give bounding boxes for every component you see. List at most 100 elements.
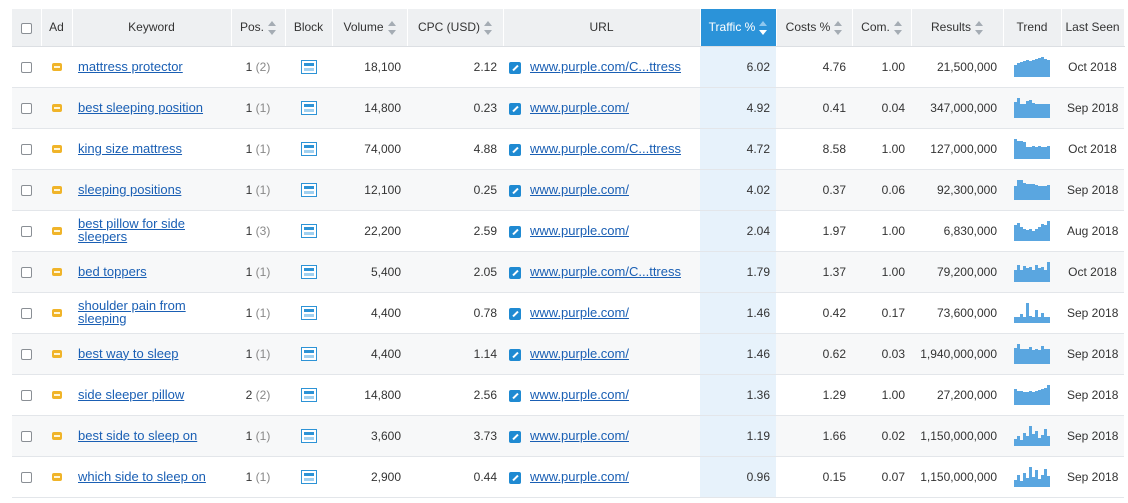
column-header-com[interactable]: Com. [852,9,912,47]
column-header-keyword[interactable]: Keyword [72,9,232,47]
row-checkbox[interactable] [21,348,32,360]
keyword-link[interactable]: mattress protector [78,60,224,73]
url-link[interactable]: www.purple.com/ [530,223,629,238]
keyword-link[interactable]: shoulder pain from sleeping [78,299,224,325]
external-link-icon[interactable] [509,102,521,115]
external-link-icon[interactable] [509,348,521,361]
keyword-cell: best side to sleep on [72,415,231,457]
competition-cell: 0.17 [852,292,911,334]
url-link[interactable]: www.purple.com/ [530,182,629,197]
last-seen-cell: Aug 2018 [1061,210,1124,252]
keyword-link[interactable]: which side to sleep on [78,470,224,483]
keyword-link[interactable]: bed toppers [78,265,224,278]
cpc-cell: 3.73 [407,415,503,457]
previous-position-value: (1) [255,264,271,279]
url-link[interactable]: www.purple.com/ [530,387,629,402]
row-checkbox[interactable] [21,225,32,237]
column-header-traffic[interactable]: Traffic % [700,9,777,47]
keyword-link[interactable]: best pillow for side sleepers [78,217,224,243]
serp-block-icon[interactable] [300,428,317,443]
row-checkbox[interactable] [21,430,32,442]
column-header-volume[interactable]: Volume [332,9,408,47]
position-value: 1 [245,469,253,484]
competition-cell: 1.00 [852,46,911,88]
column-header-pos[interactable]: Pos. [231,9,286,47]
external-link-icon[interactable] [509,266,521,279]
url-cell: www.purple.com/ [503,374,700,416]
keyword-link[interactable]: best sleeping position [78,101,224,114]
serp-block-icon[interactable] [300,346,317,361]
serp-block-icon[interactable] [300,100,317,115]
competition-value: 1.00 [881,223,905,238]
external-link-icon[interactable] [509,61,521,74]
results-value: 79,200,000 [936,264,997,279]
select-all-checkbox[interactable] [20,22,32,34]
select-all-header [12,9,42,47]
external-link-icon[interactable] [509,225,521,238]
column-header-ad[interactable]: Ad [41,9,73,47]
keyword-link[interactable]: sleeping positions [78,183,224,196]
keyword-link[interactable]: best way to sleep [78,347,224,360]
external-link-icon[interactable] [509,143,521,156]
volume-value: 2,900 [370,469,401,484]
url-link[interactable]: www.purple.com/C...ttress [530,264,681,279]
row-checkbox[interactable] [21,389,32,401]
column-header-block[interactable]: Block [285,9,333,47]
table-row: mattress protector 1 (2) 18,100 2.12 www… [12,46,1124,88]
keyword-cell: side sleeper pillow [72,374,231,416]
url-link[interactable]: www.purple.com/ [530,428,629,443]
external-link-icon[interactable] [509,471,521,484]
row-select-cell [12,456,41,498]
row-checkbox[interactable] [21,184,32,196]
costs-value: 1.29 [822,387,846,402]
row-checkbox[interactable] [21,471,32,483]
serp-block-icon[interactable] [300,469,317,484]
serp-block-icon[interactable] [300,305,317,320]
url-link[interactable]: www.purple.com/ [530,100,629,115]
costs-cell: 0.41 [776,87,852,129]
external-link-icon[interactable] [509,184,521,197]
url-link[interactable]: www.purple.com/ [530,346,629,361]
column-header-cpc[interactable]: CPC (USD) [407,9,504,47]
serp-block-icon[interactable] [300,223,317,238]
competition-value: 1.00 [881,387,905,402]
keyword-link[interactable]: best side to sleep on [78,429,224,442]
column-header-results[interactable]: Results [911,9,1004,47]
keyword-link[interactable]: king size mattress [78,142,224,155]
row-checkbox[interactable] [21,266,32,278]
volume-cell: 18,100 [332,46,407,88]
block-cell [285,251,332,293]
column-header-last-seen[interactable]: Last Seen [1061,9,1125,47]
competition-cell: 1.00 [852,374,911,416]
trend-sparkline [1014,138,1050,159]
serp-block-icon[interactable] [300,182,317,197]
url-link[interactable]: www.purple.com/C...ttress [530,59,681,74]
row-checkbox[interactable] [21,61,32,73]
row-checkbox[interactable] [21,307,32,319]
costs-value: 4.76 [822,59,846,74]
keyword-link[interactable]: side sleeper pillow [78,388,224,401]
external-link-icon[interactable] [509,307,521,320]
url-link[interactable]: www.purple.com/C...ttress [530,141,681,156]
column-header-costs[interactable]: Costs % [776,9,853,47]
costs-value: 0.15 [822,469,846,484]
serp-block-icon[interactable] [300,264,317,279]
trend-cell [1003,374,1061,416]
url-link[interactable]: www.purple.com/ [530,305,629,320]
trend-cell [1003,128,1061,170]
column-header-url[interactable]: URL [503,9,701,47]
serp-block-icon[interactable] [300,59,317,74]
serp-block-icon[interactable] [300,141,317,156]
row-checkbox[interactable] [21,102,32,114]
results-value: 1,940,000,000 [920,346,997,361]
cpc-value: 0.78 [473,305,497,320]
external-link-icon[interactable] [509,430,521,443]
block-cell [285,210,332,252]
external-link-icon[interactable] [509,389,521,402]
column-header-trend[interactable]: Trend [1003,9,1062,47]
costs-value: 8.58 [822,141,846,156]
row-select-cell [12,292,41,334]
serp-block-icon[interactable] [300,387,317,402]
row-checkbox[interactable] [21,143,32,155]
url-link[interactable]: www.purple.com/ [530,469,629,484]
